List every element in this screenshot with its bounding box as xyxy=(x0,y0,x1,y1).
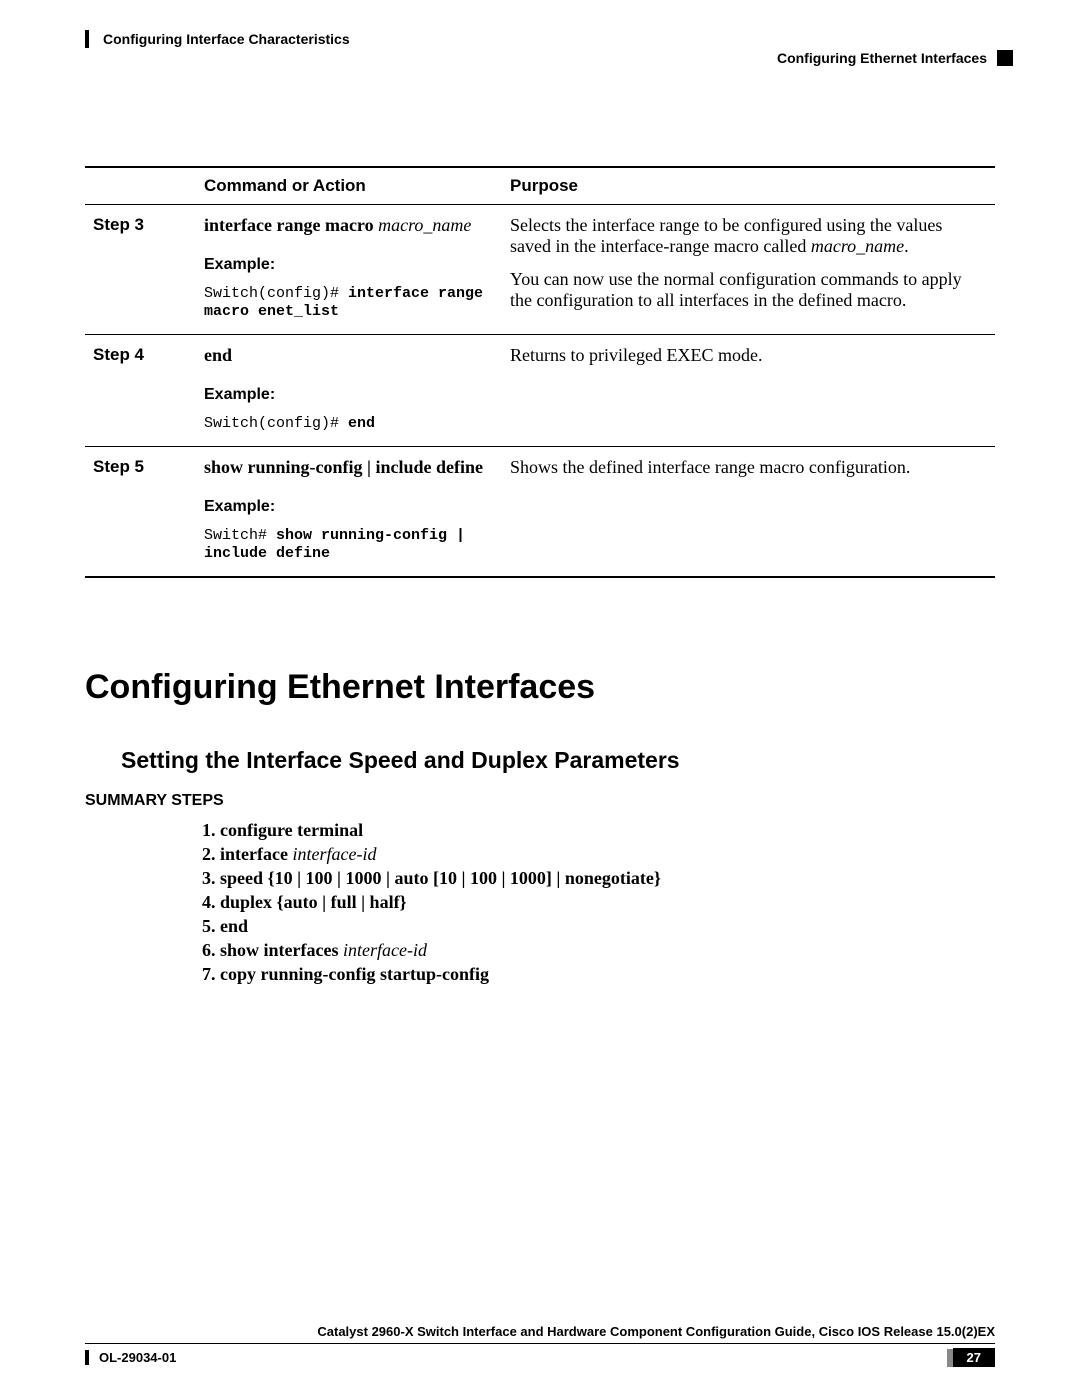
header-left: Configuring Interface Characteristics xyxy=(85,30,350,48)
page-header: Configuring Interface Characteristics Co… xyxy=(85,30,995,66)
steps-table: Command or Action Purpose Step 3 interfa… xyxy=(85,166,995,578)
summary-steps-list: configure terminal interface interface-i… xyxy=(220,820,995,985)
list-item: show interfaces interface-id xyxy=(220,940,995,961)
command-bold: show running-config | include define xyxy=(204,457,483,477)
th-command: Command or Action xyxy=(204,176,366,195)
list-item: interface interface-id xyxy=(220,844,995,865)
page-number: 27 xyxy=(953,1348,995,1367)
step-label: Step 5 xyxy=(85,447,196,578)
list-item: speed {10 | 100 | 1000 | auto [10 | 100 … xyxy=(220,868,995,889)
table-row: Step 4 end Example: Switch(config)# end … xyxy=(85,335,995,447)
corner-marker-icon xyxy=(997,50,1013,66)
footer-doc-id: OL-29034-01 xyxy=(85,1350,176,1365)
summary-steps-label: SUMMARY STEPS xyxy=(85,792,995,810)
page-footer: Catalyst 2960-X Switch Interface and Har… xyxy=(85,1324,995,1367)
table-row: Step 3 interface range macro macro_name … xyxy=(85,205,995,335)
example-label: Example: xyxy=(204,386,494,404)
example-label: Example: xyxy=(204,256,494,274)
purpose-text-2: You can now use the normal configuration… xyxy=(510,269,987,311)
command-bold: interface range macro xyxy=(204,215,378,235)
list-item: end xyxy=(220,916,995,937)
purpose-text: Returns to privileged EXEC mode. xyxy=(510,345,987,366)
list-item: configure terminal xyxy=(220,820,995,841)
example-prompt: Switch(config)# xyxy=(204,415,348,432)
example-command: end xyxy=(348,415,375,432)
list-item: duplex {auto | full | half} xyxy=(220,892,995,913)
purpose-text: Shows the defined interface range macro … xyxy=(510,457,987,478)
subsection-title: Setting the Interface Speed and Duplex P… xyxy=(85,747,995,774)
command-bold: end xyxy=(204,345,232,365)
footer-guide-title: Catalyst 2960-X Switch Interface and Har… xyxy=(85,1324,995,1344)
step-label: Step 4 xyxy=(85,335,196,447)
table-row: Step 5 show running-config | include def… xyxy=(85,447,995,578)
example-prompt: Switch(config)# xyxy=(204,285,348,302)
table-header-row: Command or Action Purpose xyxy=(85,167,995,205)
header-right-wrap: Configuring Ethernet Interfaces xyxy=(777,50,995,66)
command-italic: macro_name xyxy=(378,215,471,235)
purpose-text: Selects the interface range to be config… xyxy=(510,215,987,257)
th-purpose: Purpose xyxy=(510,176,578,195)
example-label: Example: xyxy=(204,498,494,516)
step-label: Step 3 xyxy=(85,205,196,335)
example-prompt: Switch# xyxy=(204,527,276,544)
list-item: copy running-config startup-config xyxy=(220,964,995,985)
header-right: Configuring Ethernet Interfaces xyxy=(777,50,987,66)
section-title: Configuring Ethernet Interfaces xyxy=(85,668,995,707)
